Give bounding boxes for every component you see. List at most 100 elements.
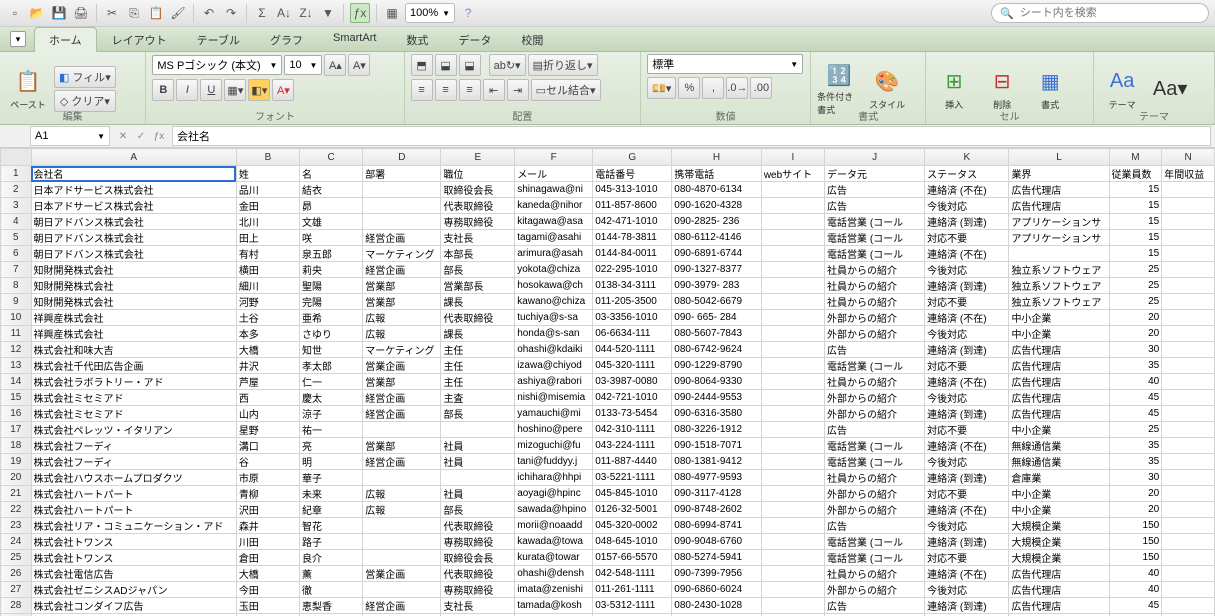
cell[interactable]: 45 bbox=[1109, 390, 1162, 406]
cell[interactable]: 外部からの紹介 bbox=[825, 310, 925, 326]
cell[interactable] bbox=[761, 294, 824, 310]
cell[interactable] bbox=[1162, 454, 1215, 470]
align-right-icon[interactable]: ≡ bbox=[459, 79, 481, 101]
cell[interactable]: 株式会社ハウスホームプロダクツ bbox=[31, 470, 236, 486]
cell[interactable]: 中小企業 bbox=[1009, 486, 1109, 502]
cell[interactable]: 044-520-1111 bbox=[593, 342, 672, 358]
cell[interactable]: imata@zenishi bbox=[515, 582, 593, 598]
cell[interactable]: 045-845-1010 bbox=[593, 486, 672, 502]
cell[interactable] bbox=[761, 342, 824, 358]
cell[interactable]: 広告 bbox=[825, 518, 925, 534]
column-header[interactable]: E bbox=[441, 149, 515, 166]
cell[interactable]: 土谷 bbox=[236, 310, 299, 326]
column-header[interactable]: A bbox=[31, 149, 236, 166]
cell[interactable]: 電話営業 (コール bbox=[825, 438, 925, 454]
cell[interactable] bbox=[761, 374, 824, 390]
cell[interactable]: 大橋 bbox=[236, 566, 299, 582]
cell[interactable]: 今後対応 bbox=[925, 518, 1009, 534]
row-header[interactable]: 2 bbox=[1, 182, 32, 198]
cell[interactable]: 045-313-1010 bbox=[593, 182, 672, 198]
row-header[interactable]: 9 bbox=[1, 294, 32, 310]
cell[interactable]: yamauchi@mi bbox=[515, 406, 593, 422]
cell[interactable]: 連絡済 (不在) bbox=[925, 182, 1009, 198]
cell[interactable] bbox=[761, 214, 824, 230]
name-box[interactable]: A1 ▼ bbox=[30, 126, 110, 146]
cell[interactable]: 独立系ソフトウェア bbox=[1009, 262, 1109, 278]
cell[interactable] bbox=[761, 534, 824, 550]
row-header[interactable]: 8 bbox=[1, 278, 32, 294]
cell[interactable]: 有村 bbox=[236, 246, 299, 262]
row-header[interactable]: 12 bbox=[1, 342, 32, 358]
cell[interactable] bbox=[1162, 534, 1215, 550]
cell[interactable]: 従業員数 bbox=[1109, 166, 1162, 182]
column-header[interactable]: M bbox=[1109, 149, 1162, 166]
cell[interactable]: 今後対応 bbox=[925, 326, 1009, 342]
cell[interactable]: 社員からの紹介 bbox=[825, 294, 925, 310]
cell[interactable]: 電話営業 (コール bbox=[825, 246, 925, 262]
cell[interactable]: 広報 bbox=[363, 326, 441, 342]
cell[interactable] bbox=[761, 406, 824, 422]
cell[interactable] bbox=[1009, 246, 1109, 262]
cell[interactable] bbox=[761, 486, 824, 502]
undo-icon[interactable]: ↶ bbox=[200, 4, 218, 22]
cell[interactable]: 080-4870-6134 bbox=[672, 182, 762, 198]
cell[interactable]: 090-6891-6744 bbox=[672, 246, 762, 262]
cell[interactable] bbox=[1162, 582, 1215, 598]
cell[interactable]: 課長 bbox=[441, 326, 515, 342]
cell[interactable]: 亜希 bbox=[300, 310, 363, 326]
cell[interactable]: 本多 bbox=[236, 326, 299, 342]
cell[interactable]: 玉田 bbox=[236, 598, 299, 614]
cell[interactable]: 涼子 bbox=[300, 406, 363, 422]
align-bottom-icon[interactable]: ⬓ bbox=[459, 54, 481, 76]
cell[interactable]: 35 bbox=[1109, 454, 1162, 470]
currency-button[interactable]: 💴▾ bbox=[647, 77, 676, 99]
row-header[interactable]: 21 bbox=[1, 486, 32, 502]
cell[interactable]: 部長 bbox=[441, 502, 515, 518]
cell[interactable]: 対応不要 bbox=[925, 230, 1009, 246]
column-header[interactable]: K bbox=[925, 149, 1009, 166]
cell[interactable]: 大規模企業 bbox=[1009, 534, 1109, 550]
cell[interactable] bbox=[761, 390, 824, 406]
cell[interactable] bbox=[363, 470, 441, 486]
cell[interactable]: 営業部 bbox=[363, 374, 441, 390]
cell[interactable]: 080-5607-7843 bbox=[672, 326, 762, 342]
cell[interactable] bbox=[761, 518, 824, 534]
cell[interactable]: 取締役会長 bbox=[441, 550, 515, 566]
align-top-icon[interactable]: ⬒ bbox=[411, 54, 433, 76]
row-header[interactable]: 23 bbox=[1, 518, 32, 534]
cell[interactable]: 主任 bbox=[441, 374, 515, 390]
column-header[interactable]: L bbox=[1009, 149, 1109, 166]
cell[interactable]: 結衣 bbox=[300, 182, 363, 198]
cell[interactable]: 連絡済 (到達) bbox=[925, 214, 1009, 230]
cell[interactable] bbox=[1162, 326, 1215, 342]
cell[interactable]: 090-8064-9330 bbox=[672, 374, 762, 390]
cell[interactable]: 取締役会長 bbox=[441, 182, 515, 198]
cell[interactable]: 社員からの紹介 bbox=[825, 278, 925, 294]
cell[interactable]: 支社長 bbox=[441, 230, 515, 246]
cell[interactable]: 株式会社ラボラトリー・アド bbox=[31, 374, 236, 390]
cell[interactable] bbox=[1162, 598, 1215, 614]
cell[interactable]: 経営企画 bbox=[363, 262, 441, 278]
cell[interactable]: 社員からの紹介 bbox=[825, 374, 925, 390]
cell[interactable]: 西 bbox=[236, 390, 299, 406]
cell[interactable]: 30 bbox=[1109, 470, 1162, 486]
cell[interactable]: 外部からの紹介 bbox=[825, 582, 925, 598]
cell[interactable]: kitagawa@asa bbox=[515, 214, 593, 230]
cell[interactable]: 無線通信業 bbox=[1009, 454, 1109, 470]
cell[interactable]: 対応不要 bbox=[925, 294, 1009, 310]
cell[interactable]: ohashi@kdaiki bbox=[515, 342, 593, 358]
cell[interactable]: 広告 bbox=[825, 182, 925, 198]
cell[interactable]: shinagawa@ni bbox=[515, 182, 593, 198]
cell[interactable]: 株式会社トワンス bbox=[31, 534, 236, 550]
cell[interactable]: 営業部 bbox=[363, 294, 441, 310]
row-header[interactable]: 14 bbox=[1, 374, 32, 390]
zoom-control[interactable]: 100% ▼ bbox=[405, 3, 455, 23]
cell[interactable]: 40 bbox=[1109, 566, 1162, 582]
cell[interactable]: 大規模企業 bbox=[1009, 518, 1109, 534]
cell[interactable]: 株式会社ペレッツ・イタリアン bbox=[31, 422, 236, 438]
cell[interactable]: 職位 bbox=[441, 166, 515, 182]
cell[interactable]: 本部長 bbox=[441, 246, 515, 262]
cell[interactable]: 主査 bbox=[441, 390, 515, 406]
cell[interactable]: ashiya@rabori bbox=[515, 374, 593, 390]
fx-icon[interactable]: ƒx bbox=[350, 3, 370, 23]
